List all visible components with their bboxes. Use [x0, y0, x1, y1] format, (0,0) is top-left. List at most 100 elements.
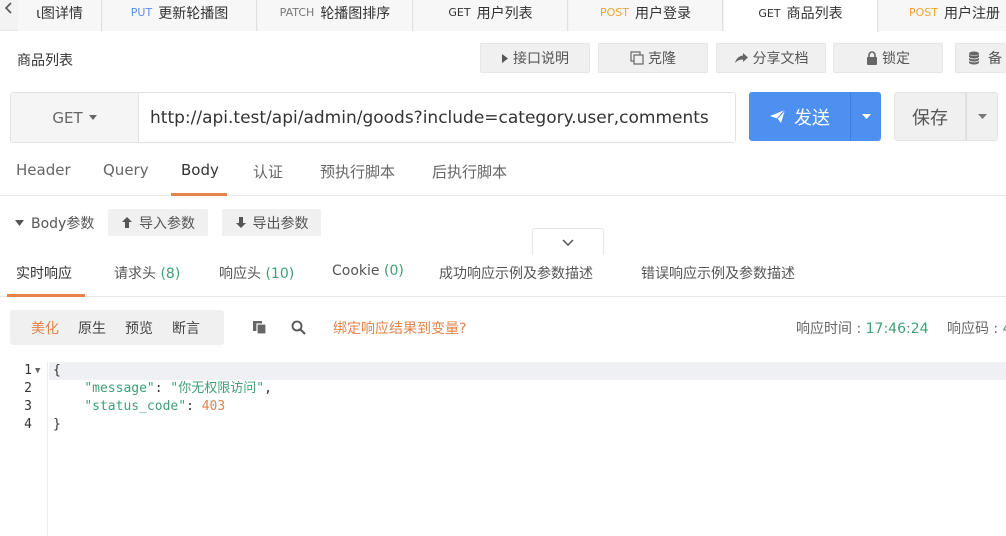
code-line: {	[53, 362, 61, 380]
copy-icon[interactable]	[250, 318, 268, 336]
response-time-label: 响应时间 :	[796, 321, 866, 337]
tab-live-response[interactable]: 实时响应	[16, 263, 72, 283]
body-params-label: Body参数	[31, 216, 95, 232]
tab-scroll-left-icon[interactable]	[0, 0, 18, 31]
lock-button[interactable]: 锁定	[833, 43, 943, 73]
json-string: "你无权限访问"	[170, 381, 265, 396]
tab-pre-script[interactable]: 预执行脚本	[320, 161, 395, 182]
url-bar: GET	[10, 92, 736, 143]
send-options-dropdown[interactable]	[850, 92, 881, 141]
tab-label: 用户注册	[944, 5, 1000, 22]
share-doc-button[interactable]: 分享文档	[716, 43, 826, 73]
response-body-viewer[interactable]: 1 ▼ 2 3 4 { "message": "你无权限访问", "status…	[0, 362, 1006, 536]
response-code-label: 响应码 :	[946, 321, 1003, 337]
caret-down-icon	[15, 220, 24, 226]
caret-down-icon	[88, 115, 97, 120]
tab-user-login[interactable]: POST 用户登录	[569, 0, 723, 31]
active-tab-indicator	[171, 193, 227, 196]
tab-method: PUT	[130, 6, 153, 19]
tab-success-example[interactable]: 成功响应示例及参数描述	[439, 263, 593, 283]
code-line: }	[53, 416, 61, 434]
clone-button[interactable]: 克隆	[598, 43, 708, 73]
tab-method: POST	[909, 6, 938, 19]
tab-request-headers[interactable]: 请求头 (8)	[114, 263, 180, 283]
tab-label: 商品列表	[786, 6, 843, 22]
paper-plane-icon	[770, 109, 786, 123]
tab-error-example[interactable]: 错误响应示例及参数描述	[641, 263, 795, 283]
save-options-dropdown[interactable]	[966, 92, 998, 141]
caret-down-icon	[861, 114, 871, 119]
tab-post-script[interactable]: 后执行脚本	[432, 161, 507, 182]
tab-user-list[interactable]: GET 用户列表	[414, 0, 568, 31]
tab-label: 请求头	[114, 266, 156, 282]
view-preview[interactable]: 预览	[125, 318, 153, 338]
copy-icon	[630, 51, 644, 65]
tab-cookie[interactable]: Cookie (0)	[332, 263, 404, 279]
tab-method: PATCH	[279, 6, 315, 19]
arrow-up-icon	[122, 217, 132, 228]
method-select[interactable]: GET	[11, 93, 139, 142]
api-doc-button[interactable]: 接口说明	[480, 43, 590, 73]
tab-response-headers[interactable]: 响应头 (10)	[219, 263, 294, 283]
view-raw[interactable]: 原生	[78, 318, 106, 338]
response-tabs: 实时响应 请求头 (8) 响应头 (10) Cookie (0) 成功响应示例及…	[0, 254, 1006, 297]
lock-icon	[867, 51, 877, 65]
save-label: 保存	[912, 107, 948, 129]
share-doc-label: 分享文档	[752, 51, 809, 67]
tab-label: 响应头	[219, 266, 261, 282]
tab-auth[interactable]: 认证	[253, 161, 283, 182]
tab-method: GET	[758, 6, 781, 20]
url-input[interactable]	[149, 93, 729, 142]
tab-body[interactable]: Body	[181, 161, 219, 179]
tab-count: (0)	[383, 263, 404, 279]
tab-label: Cookie	[332, 263, 380, 279]
tab-header[interactable]: Header	[16, 161, 71, 179]
send-button[interactable]: 发送	[749, 92, 850, 141]
tab-query[interactable]: Query	[103, 161, 149, 179]
tab-goods-list[interactable]: GET 商品列表	[724, 0, 878, 32]
tab-label: 用户登录	[635, 5, 691, 22]
tab-label: 实时响应	[16, 266, 72, 282]
backup-button[interactable]: 备	[955, 43, 1006, 73]
collapse-panel-handle[interactable]	[532, 228, 604, 255]
tab-sort-banner[interactable]: PATCH 轮播图排序	[258, 0, 413, 31]
database-icon	[968, 51, 980, 65]
code-line: "message": "你无权限访问",	[84, 381, 272, 396]
body-params-toggle[interactable]: Body参数	[15, 213, 94, 233]
caret-down-icon	[977, 114, 987, 119]
backup-label: 备	[988, 51, 1002, 67]
export-params-button[interactable]: 导出参数	[222, 209, 321, 236]
view-mode-group: 美化 原生 预览 断言	[10, 310, 224, 345]
tab-label: 更新轮播图	[158, 5, 229, 22]
view-assert[interactable]: 断言	[172, 318, 200, 338]
api-doc-label: 接口说明	[513, 51, 569, 67]
bind-response-link[interactable]: 绑定响应结果到变量?	[333, 318, 466, 338]
play-icon	[502, 53, 508, 63]
line-number: 2	[24, 381, 32, 396]
import-params-button[interactable]: 导入参数	[108, 209, 208, 236]
tab-method: GET	[448, 6, 471, 19]
share-icon	[734, 53, 748, 63]
tab-update-banner[interactable]: PUT 更新轮播图	[103, 0, 257, 31]
tab-count: (8)	[160, 266, 181, 282]
line-number-gutter: 1 ▼ 2 3 4	[0, 362, 48, 536]
save-button[interactable]: 保存	[894, 92, 966, 141]
tab-banner-detail[interactable]: ι图详情	[18, 0, 102, 31]
tab-label: 成功响应示例及参数描述	[439, 266, 593, 282]
tab-method: POST	[600, 6, 629, 19]
page-title: 商品列表	[17, 53, 73, 69]
active-tab-indicator	[7, 294, 85, 297]
json-number: 403	[201, 399, 226, 414]
search-icon[interactable]	[289, 318, 307, 336]
arrow-down-icon	[235, 217, 246, 228]
tab-user-register[interactable]: POST 用户注册	[879, 0, 1006, 31]
request-tab-strip: ι图详情 PUT 更新轮播图 PATCH 轮播图排序 GET 用户列表 POST…	[0, 0, 1006, 32]
fold-caret-icon[interactable]: ▼	[35, 362, 40, 380]
request-tabs: Header Query Body 认证 预执行脚本 后执行脚本	[0, 152, 1006, 196]
json-key: "status_code"	[84, 399, 187, 414]
json-brace: }	[53, 417, 61, 432]
view-pretty[interactable]: 美化	[31, 318, 59, 338]
tab-label: ι图详情	[36, 5, 83, 22]
export-params-label: 导出参数	[252, 215, 309, 232]
active-line-highlight	[49, 362, 1006, 380]
